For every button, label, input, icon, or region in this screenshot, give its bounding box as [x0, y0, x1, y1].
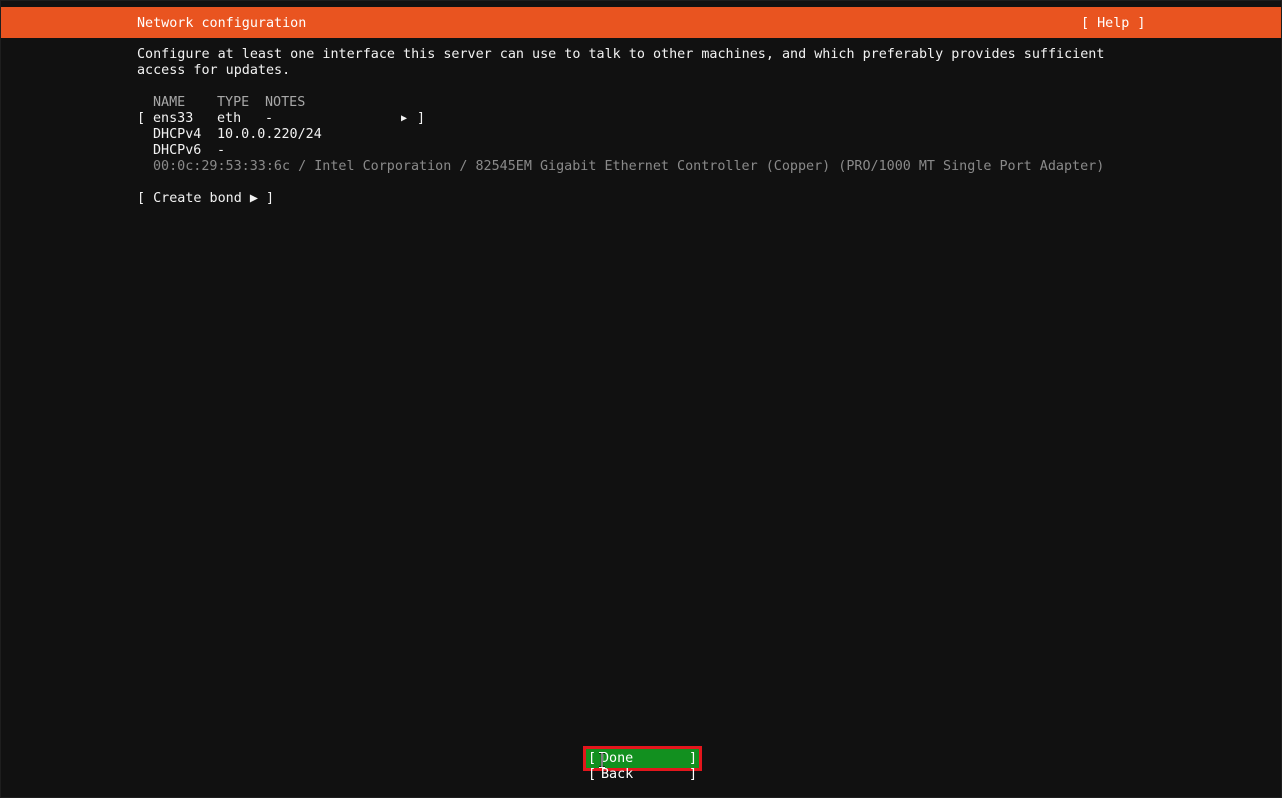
text-cursor-icon	[599, 752, 605, 768]
done-button-label: Done	[601, 751, 634, 766]
interface-row-open-bracket: [	[137, 111, 146, 126]
dhcpv6-value: -	[217, 143, 226, 158]
arrow-right-icon: ▶	[401, 113, 408, 124]
dhcpv4-value: 10.0.0.220/24	[217, 127, 322, 142]
column-header-type: TYPE	[217, 95, 250, 110]
back-button-open-bracket: [	[588, 767, 597, 782]
create-bond-button[interactable]: [ Create bond ▶ ]	[137, 191, 274, 207]
interface-name: ens33	[153, 111, 194, 126]
column-header-notes: NOTES	[265, 95, 306, 110]
done-button-open-bracket: [	[588, 751, 597, 766]
done-button-close-bracket: ]	[689, 751, 698, 766]
interface-notes: -	[265, 111, 274, 126]
interface-type: eth	[217, 111, 242, 126]
back-button-close-bracket: ]	[689, 767, 698, 782]
dhcpv6-label: DHCPv6	[153, 143, 202, 158]
help-button[interactable]: [ Help ]	[1081, 16, 1146, 32]
column-header-name: NAME	[153, 95, 186, 110]
interface-hardware-info: 00:0c:29:53:33:6c / Intel Corporation / …	[153, 159, 1105, 174]
dhcpv4-label: DHCPv4	[153, 127, 202, 142]
back-button-label: Back	[601, 767, 634, 782]
intro-text-line-1: Configure at least one interface this se…	[137, 47, 1105, 62]
page-title: Network configuration	[137, 16, 307, 31]
intro-text-line-2: access for updates.	[137, 63, 291, 78]
interface-row-close-bracket: ]	[417, 111, 426, 126]
